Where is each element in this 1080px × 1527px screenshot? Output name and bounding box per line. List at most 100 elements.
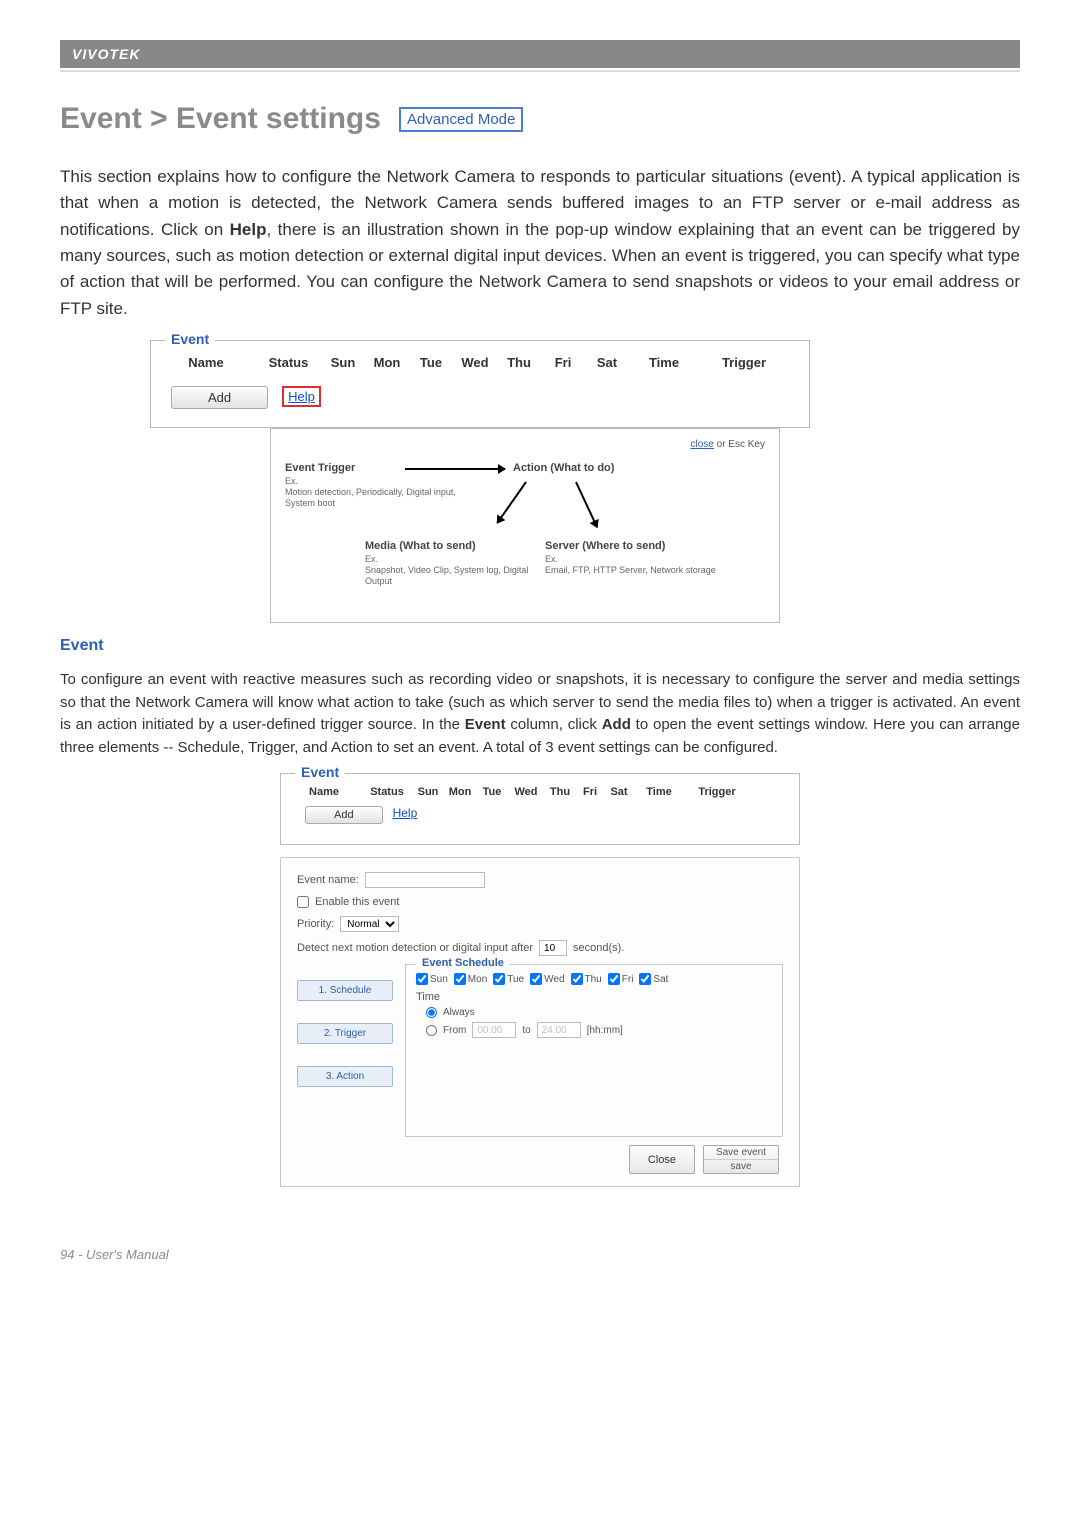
event-paragraph: To configure an event with reactive meas… <box>60 669 1020 759</box>
col-tue: Tue <box>414 355 448 370</box>
col2-name: Name <box>289 786 359 798</box>
day-sat-checkbox[interactable] <box>639 973 651 985</box>
diagram-server-node: Server (Where to send) Ex. Email, FTP, H… <box>545 540 745 576</box>
event-table-header: Name Status Sun Mon Tue Wed Thu Fri Sat … <box>151 341 809 380</box>
day-sat-label: Sat <box>653 974 668 985</box>
col-trigger: Trigger <box>704 355 784 370</box>
time-to-label: to <box>522 1025 530 1036</box>
arrow-right-icon <box>405 468 505 470</box>
day-mon-checkbox[interactable] <box>454 973 466 985</box>
event-schedule-box: Event Schedule Sun Mon Tue Wed Thu Fri S… <box>405 964 783 1137</box>
col-fri: Fri <box>546 355 580 370</box>
col2-mon: Mon <box>447 786 473 798</box>
col-sat: Sat <box>590 355 624 370</box>
enable-event-checkbox[interactable] <box>297 896 309 908</box>
time-always-radio[interactable] <box>426 1007 437 1018</box>
time-always-label: Always <box>443 1007 475 1018</box>
arrow-down-left-icon <box>497 481 527 523</box>
event-name-input[interactable] <box>365 872 485 888</box>
day-fri-checkbox[interactable] <box>608 973 620 985</box>
event-legend: Event <box>165 331 215 347</box>
col2-trigger: Trigger <box>687 786 747 798</box>
diagram-action-node: Action (What to do) <box>513 462 703 476</box>
section-heading-event: Event <box>60 637 1020 655</box>
col-name: Name <box>161 355 251 370</box>
col-thu: Thu <box>502 355 536 370</box>
event-diagram: Event Trigger Ex. Motion detection, Peri… <box>285 462 765 602</box>
arrow-down-right-icon <box>575 482 598 528</box>
close-button[interactable]: Close <box>629 1145 695 1174</box>
save-event-button[interactable]: Save event save <box>703 1145 779 1174</box>
diagram-action-title: Action (What to do) <box>513 462 703 474</box>
col2-wed: Wed <box>511 786 541 798</box>
diagram-trigger-ex-label: Ex. <box>285 476 298 486</box>
diagram-media-ex: Snapshot, Video Clip, System log, Digita… <box>365 565 555 587</box>
step-column: 1. Schedule 2. Trigger 3. Action <box>297 964 393 1087</box>
brand-text: VIVOTEK <box>72 46 140 62</box>
detect-post: second(s). <box>573 942 624 954</box>
intro-bold-help: Help <box>230 220 267 239</box>
step-trigger-button[interactable]: 2. Trigger <box>297 1023 393 1044</box>
day-tue-checkbox[interactable] <box>493 973 505 985</box>
add-button-small[interactable]: Add <box>305 806 383 824</box>
event-settings-panel: Event name: Enable this event Priority: … <box>280 857 800 1187</box>
event-name-label: Event name: <box>297 874 359 886</box>
day-mon-label: Mon <box>468 974 487 985</box>
add-button[interactable]: Add <box>171 386 268 409</box>
time-from-radio[interactable] <box>426 1025 437 1036</box>
step-action-button[interactable]: 3. Action <box>297 1066 393 1087</box>
diagram-media-ex-label: Ex. <box>365 554 378 564</box>
diagram-media-title: Media (What to send) <box>365 540 555 552</box>
para2-mid: column, click <box>506 716 602 733</box>
time-hhmm-label: [hh:mm] <box>587 1025 623 1036</box>
detect-pre: Detect next motion detection or digital … <box>297 942 533 954</box>
diagram-media-node: Media (What to send) Ex. Snapshot, Video… <box>365 540 555 586</box>
col-wed: Wed <box>458 355 492 370</box>
col2-sun: Sun <box>415 786 441 798</box>
intro-paragraph: This section explains how to configure t… <box>60 164 1020 322</box>
col2-sat: Sat <box>607 786 631 798</box>
page-title: Event > Event settings <box>60 102 381 136</box>
popup-close-suffix: or Esc Key <box>714 439 765 450</box>
day-sun-label: Sun <box>430 974 448 985</box>
col-status: Status <box>261 355 316 370</box>
col2-thu: Thu <box>547 786 573 798</box>
diagram-server-title: Server (Where to send) <box>545 540 745 552</box>
event-fieldset: Event Name Status Sun Mon Tue Wed Thu Fr… <box>150 340 810 428</box>
time-to-input[interactable] <box>537 1022 581 1038</box>
event-schedule-legend: Event Schedule <box>416 957 510 969</box>
priority-label: Priority: <box>297 918 334 930</box>
detect-seconds-input[interactable] <box>539 940 567 956</box>
col-time: Time <box>634 355 694 370</box>
priority-select[interactable]: Normal <box>340 916 399 932</box>
page-footer: 94 - User's Manual <box>60 1247 1020 1262</box>
day-thu-checkbox[interactable] <box>571 973 583 985</box>
day-wed-label: Wed <box>544 974 564 985</box>
col2-tue: Tue <box>479 786 505 798</box>
col2-time: Time <box>637 786 681 798</box>
col2-fri: Fri <box>579 786 601 798</box>
event-legend-small: Event <box>295 764 345 780</box>
para2-b2: Add <box>602 716 631 733</box>
enable-event-label: Enable this event <box>315 896 399 908</box>
step-schedule-button[interactable]: 1. Schedule <box>297 980 393 1001</box>
day-sun-checkbox[interactable] <box>416 973 428 985</box>
brand-header: VIVOTEK <box>60 40 1020 68</box>
diagram-server-ex: Email, FTP, HTTP Server, Network storage <box>545 565 745 576</box>
popup-close-row: close or Esc Key <box>285 439 765 450</box>
time-from-input[interactable] <box>472 1022 516 1038</box>
help-popup: close or Esc Key Event Trigger Ex. Motio… <box>270 428 780 623</box>
help-link-small[interactable]: Help <box>393 806 418 820</box>
save-event-top: Save event <box>704 1146 778 1160</box>
time-from-label: From <box>443 1025 466 1036</box>
mode-badge: Advanced Mode <box>399 107 523 132</box>
time-label: Time <box>416 991 772 1003</box>
event-fieldset-small: Event Name Status Sun Mon Tue Wed Thu Fr… <box>280 773 800 845</box>
popup-close-link[interactable]: close <box>691 439 714 450</box>
save-event-bottom: save <box>704 1160 778 1173</box>
header-rule <box>60 70 1020 72</box>
day-wed-checkbox[interactable] <box>530 973 542 985</box>
day-thu-label: Thu <box>585 974 602 985</box>
day-fri-label: Fri <box>622 974 634 985</box>
help-link-highlighted[interactable]: Help <box>282 386 321 407</box>
